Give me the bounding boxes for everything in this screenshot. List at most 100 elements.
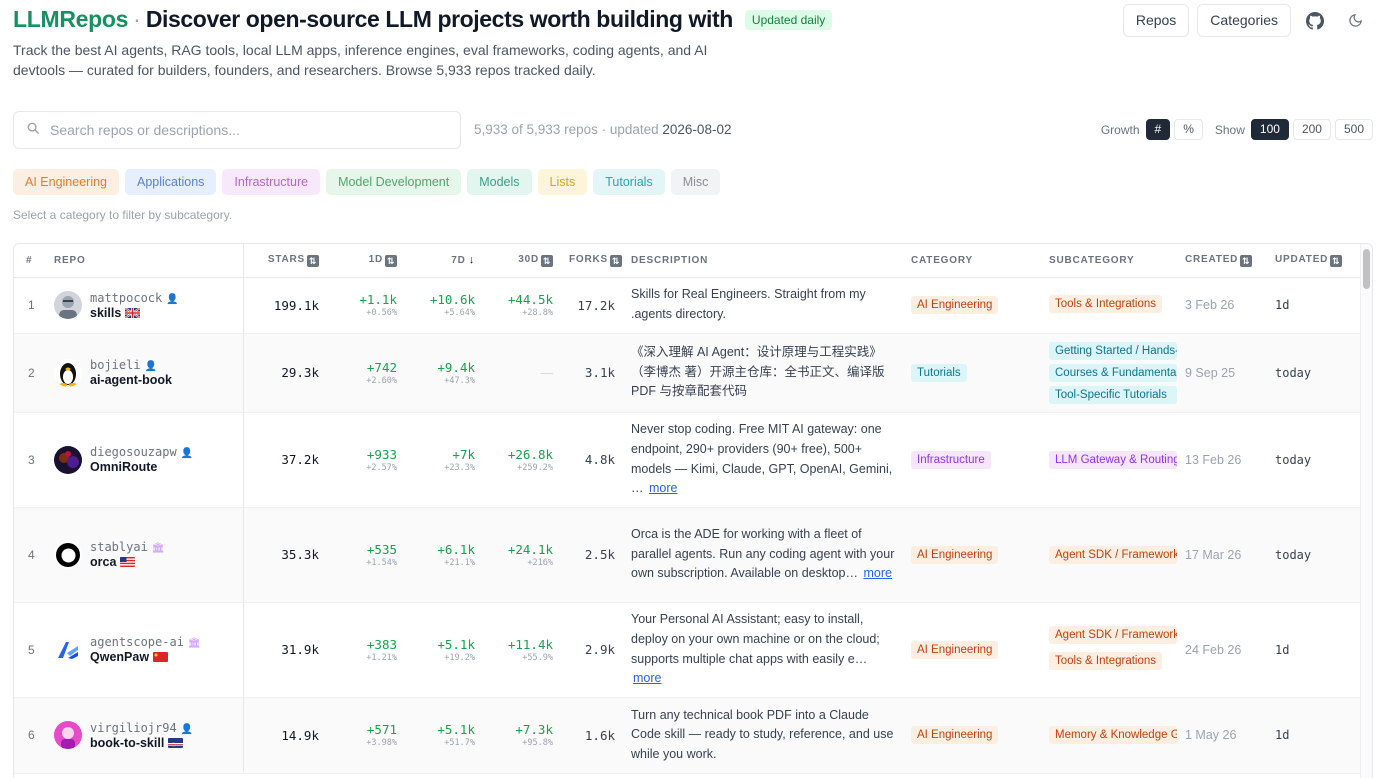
created-date: 24 Feb 26 — [1177, 602, 1267, 698]
month-growth: +26.8k +259.2% — [483, 412, 561, 508]
col-7d[interactable]: 7D ↓ — [405, 244, 483, 278]
table-row[interactable]: 2 bojieli 👤 ai-agent-book 29.3k +742 +2.60% +9.… — [14, 333, 1360, 413]
avatar — [54, 721, 82, 749]
repo-name[interactable]: orca — [90, 555, 165, 569]
col-1d[interactable]: 1D ⇅ — [327, 244, 405, 278]
search-input[interactable] — [50, 122, 430, 138]
col-stars[interactable]: Stars ⇅ — [243, 244, 327, 278]
show-200-toggle[interactable]: 200 — [1292, 119, 1331, 140]
category-tag[interactable]: Infrastructure — [911, 450, 991, 469]
repo-cell[interactable]: stablyai 🏛 orca — [46, 507, 244, 603]
category-cell: AI Engineering — [903, 507, 1041, 603]
table-scrollbar-track[interactable] — [1360, 244, 1372, 778]
col-created[interactable]: Created ⇅ — [1177, 244, 1267, 278]
sort-icon[interactable]: ⇅ — [385, 254, 397, 267]
col-updated[interactable]: Updated ⇅ — [1267, 244, 1360, 278]
category-chip[interactable]: Tutorials — [593, 169, 665, 195]
table-row[interactable]: 5 agentscope-ai 🏛 QwenPaw 31.9k +383 +1.21% +5.… — [14, 602, 1360, 698]
categories-button[interactable]: Categories — [1197, 4, 1291, 37]
category-chip[interactable]: Misc — [670, 169, 721, 195]
table-row[interactable]: 6 virgiliojr94 👤 book-to-skill 14.9k +571 +3.9… — [14, 697, 1360, 774]
repo-cell[interactable]: virgiliojr94 👤 book-to-skill — [46, 697, 244, 774]
repo-owner[interactable]: agentscope-ai 🏛 — [90, 635, 201, 649]
sort-desc-icon[interactable]: ↓ — [469, 254, 475, 266]
subcategory-tag[interactable]: Courses & Fundamentals — [1049, 363, 1177, 382]
subcategory-tag[interactable]: Agent SDK / Frameworks — [1049, 545, 1177, 564]
growth-percent-toggle[interactable]: % — [1174, 119, 1203, 140]
sort-icon[interactable]: ⇅ — [610, 254, 622, 267]
github-icon[interactable] — [1299, 5, 1331, 37]
show-500-toggle[interactable]: 500 — [1334, 119, 1373, 140]
growth-absolute-toggle[interactable]: # — [1145, 119, 1171, 140]
sort-icon[interactable]: ⇅ — [1240, 254, 1253, 267]
moon-icon[interactable] — [1339, 5, 1371, 37]
day-growth: +742 +2.60% — [327, 333, 405, 413]
sort-icon[interactable]: ⇅ — [541, 254, 553, 267]
col-repo[interactable]: Repo — [46, 244, 244, 278]
sort-icon[interactable]: ⇅ — [307, 254, 319, 267]
category-tag[interactable]: Tutorials — [911, 363, 967, 382]
more-link[interactable]: more — [633, 671, 661, 685]
more-link[interactable]: more — [863, 566, 891, 580]
repo-name[interactable]: QwenPaw — [90, 650, 201, 664]
repo-name-text: orca — [90, 555, 117, 569]
col-stars-label: Stars — [267, 253, 305, 265]
repo-cell[interactable]: mattpocock 👤 skills — [46, 277, 244, 334]
category-cell: AI Engineering — [903, 697, 1041, 774]
category-chip[interactable]: Infrastructure — [222, 169, 321, 195]
category-tag[interactable]: AI Engineering — [911, 545, 999, 564]
category-chip[interactable]: Lists — [537, 169, 588, 195]
page-title: Discover open-source LLM projects worth … — [145, 6, 733, 32]
repo-cell[interactable]: bojieli 👤 ai-agent-book — [46, 333, 244, 413]
table-scrollbar-thumb[interactable] — [1363, 249, 1370, 289]
subcategory-tag[interactable]: LLM Gateway & Routing — [1049, 450, 1177, 469]
repo-owner-text: mattpocock — [90, 290, 163, 305]
category-tag[interactable]: AI Engineering — [911, 726, 999, 744]
forks-count: 3.1k — [561, 333, 623, 413]
table-row[interactable]: 3 diegosouzapw 👤 OmniRoute 37.2k +933 +2.57% +7… — [14, 412, 1360, 508]
table-row[interactable]: 1 mattpocock 👤 skills 199.1k +1.1k +0.56% +10.6… — [14, 277, 1360, 334]
col-updated-label: Updated — [1275, 253, 1329, 265]
category-chip[interactable]: Models — [467, 169, 532, 195]
repo-owner[interactable]: stablyai 🏛 — [90, 540, 165, 554]
repo-owner-text: agentscope-ai — [90, 635, 184, 649]
repos-button[interactable]: Repos — [1122, 4, 1190, 37]
month-growth-value: +7.3k — [515, 722, 553, 737]
more-link[interactable]: more — [649, 481, 677, 495]
table-row[interactable]: 4 stablyai 🏛 orca 35.3k +535 +1.54% +6.1k +21.1%… — [14, 507, 1360, 603]
repo-owner[interactable]: virgiliojr94 👤 — [90, 721, 193, 735]
subcategory-tag[interactable]: Agent SDK / Frameworks — [1049, 626, 1177, 644]
sort-icon[interactable]: ⇅ — [1330, 254, 1343, 267]
repo-cell[interactable]: diegosouzapw 👤 OmniRoute — [46, 412, 244, 508]
repo-owner[interactable]: bojieli 👤 — [90, 358, 172, 372]
subcategory-tag[interactable]: Tools & Integrations — [1049, 652, 1163, 670]
category-tag[interactable]: AI Engineering — [911, 640, 999, 659]
forks-count: 17.2k — [561, 277, 623, 334]
col-forks[interactable]: Forks ⇅ — [561, 244, 623, 278]
repo-name[interactable]: book-to-skill — [90, 736, 193, 750]
subcategory-cell: Getting Started / Hands-on Courses & Fund… — [1041, 333, 1177, 413]
show-100-toggle[interactable]: 100 — [1250, 119, 1289, 140]
subcategory-tag[interactable]: Tool-Specific Tutorials — [1049, 385, 1177, 404]
day-growth-percent: +2.57% — [366, 462, 397, 473]
subcategory-tag[interactable]: Memory & Knowledge Graphs — [1049, 726, 1177, 744]
repo-name[interactable]: skills — [90, 306, 179, 320]
repo-owner[interactable]: mattpocock 👤 — [90, 291, 179, 305]
subcategory-tag[interactable]: Tools & Integrations — [1049, 294, 1163, 313]
repo-name[interactable]: OmniRoute — [90, 460, 193, 474]
updated-date: today — [1267, 507, 1360, 603]
category-tag[interactable]: AI Engineering — [911, 296, 999, 314]
subcategory-cell: Agent SDK / Frameworks Tools & Integratio… — [1041, 602, 1177, 698]
month-growth-percent: +28.8% — [522, 308, 553, 318]
repo-name[interactable]: ai-agent-book — [90, 373, 172, 387]
col-30d[interactable]: 30D ⇅ — [483, 244, 561, 278]
category-chip[interactable]: Model Development — [326, 169, 462, 195]
repo-owner-text: stablyai — [90, 540, 148, 554]
repo-cell[interactable]: agentscope-ai 🏛 QwenPaw — [46, 602, 244, 698]
subcategory-tag[interactable]: Getting Started / Hands-on — [1049, 341, 1177, 360]
brand-logo[interactable]: LLMRepos — [13, 6, 128, 33]
category-chip[interactable]: Applications — [125, 169, 217, 195]
repo-owner[interactable]: diegosouzapw 👤 — [90, 445, 193, 459]
week-growth: +5.1k +19.2% — [405, 602, 483, 698]
category-chip[interactable]: AI Engineering — [13, 169, 120, 195]
